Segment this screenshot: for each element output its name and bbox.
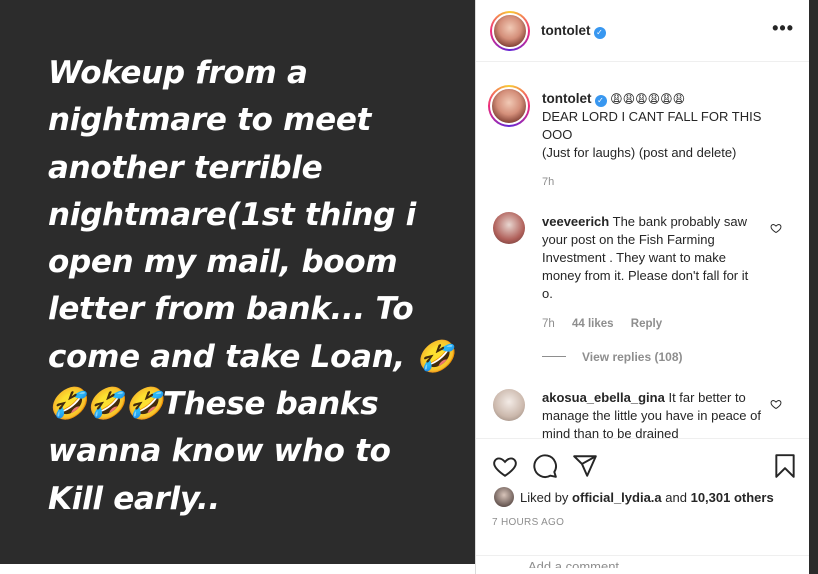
add-comment-bar[interactable]: Add a comment... bbox=[476, 555, 810, 574]
caption-username[interactable]: tontolet bbox=[542, 91, 592, 106]
post-image: Wokeup from a nightmare to meet another … bbox=[0, 0, 475, 564]
comment-like-heart-icon[interactable] bbox=[770, 398, 782, 410]
comment-avatar[interactable] bbox=[493, 212, 525, 244]
caption-line2: (Just for laughs) (post and delete) bbox=[542, 145, 737, 160]
caption-emojis: 😩😩😩😩😩😩 bbox=[610, 92, 686, 106]
liked-by-and: and bbox=[665, 490, 687, 505]
caption-line1: DEAR LORD I CANT FALL FOR THIS OOO bbox=[542, 109, 762, 142]
comment-likes[interactable]: 44 likes bbox=[572, 318, 614, 330]
comment-username[interactable]: akosua_ebella_gina bbox=[542, 390, 665, 405]
header-user[interactable]: tontolet ✓ bbox=[541, 22, 606, 40]
liked-by-user[interactable]: official_lydia.a bbox=[572, 490, 662, 505]
heart-icon[interactable] bbox=[492, 453, 518, 479]
view-replies[interactable]: View replies (108) bbox=[542, 350, 683, 364]
header-username[interactable]: tontolet bbox=[541, 23, 591, 38]
view-replies-line bbox=[542, 356, 566, 357]
liked-by-count[interactable]: 10,301 others bbox=[691, 490, 774, 505]
post-sidebar: tontolet ✓ ••• tontolet ✓ 😩😩😩😩😩😩 DEAR LORD… bbox=[475, 0, 810, 574]
comment-username[interactable]: veeveerich bbox=[542, 214, 609, 229]
comment-like-heart-icon[interactable] bbox=[770, 222, 782, 234]
comment-meta: 7h 44 likes Reply bbox=[542, 318, 676, 330]
comment-icon[interactable] bbox=[532, 453, 558, 479]
liked-by-avatar[interactable] bbox=[494, 487, 514, 507]
view-replies-label[interactable]: View replies (108) bbox=[582, 350, 683, 364]
post-header: tontolet ✓ ••• bbox=[476, 0, 810, 62]
comment-2: akosua_ebella_gina It far better to mana… bbox=[542, 389, 762, 438]
header-avatar[interactable] bbox=[490, 11, 530, 51]
post-image-text: Wokeup from a nightmare to meet another … bbox=[48, 55, 454, 517]
bookmark-icon[interactable] bbox=[772, 453, 798, 479]
verified-icon: ✓ bbox=[593, 27, 606, 39]
add-comment-input[interactable]: Add a comment... bbox=[528, 558, 630, 568]
caption-avatar[interactable] bbox=[488, 85, 530, 127]
posted-time: 7 HOURS AGO bbox=[492, 517, 565, 528]
verified-icon: ✓ bbox=[594, 95, 607, 107]
page-bottom-strip bbox=[0, 564, 475, 574]
comment-1: veeveerich The bank probably saw your po… bbox=[542, 213, 762, 303]
caption: tontolet ✓ 😩😩😩😩😩😩 DEAR LORD I CANT FALL F… bbox=[542, 90, 782, 162]
comment-avatar[interactable] bbox=[493, 389, 525, 421]
comment-reply[interactable]: Reply bbox=[631, 318, 662, 330]
liked-by: Liked by official_lydia.a and 10,301 oth… bbox=[520, 490, 774, 505]
liked-by-prefix: Liked by bbox=[520, 490, 569, 505]
comment-time: 7h bbox=[542, 318, 555, 330]
page-edge-strip bbox=[809, 0, 818, 574]
more-options-icon[interactable]: ••• bbox=[772, 18, 794, 39]
share-icon[interactable] bbox=[572, 453, 598, 479]
caption-time: 7h bbox=[542, 176, 555, 188]
post-actions: Liked by official_lydia.a and 10,301 oth… bbox=[476, 438, 810, 568]
